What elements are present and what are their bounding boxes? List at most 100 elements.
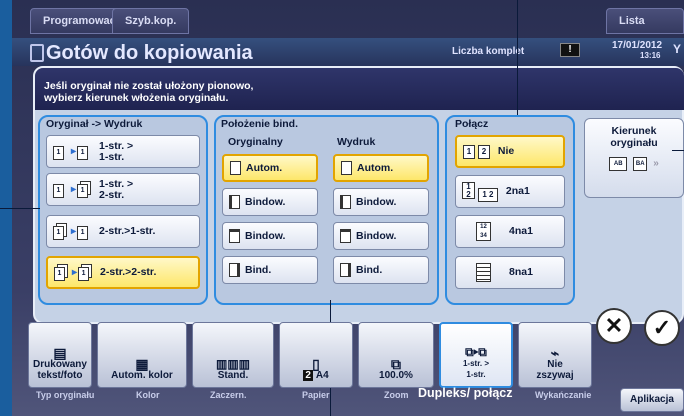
callout-line-right	[672, 150, 684, 151]
tab-lista-zadan[interactable]: Lista zadań	[606, 8, 684, 51]
option-label: 2na1	[505, 185, 530, 197]
liczba-komplet-label: Liczba komplet	[452, 46, 525, 57]
page-title: Gotów do kopiowania	[46, 42, 253, 64]
original-type-button[interactable]: ▤ Drukowany tekst/foto	[28, 322, 92, 388]
density-caption: Zaczern.	[210, 390, 247, 400]
density-button[interactable]: ▥▥▥ Stand.	[192, 322, 274, 388]
option-label: Bindow.	[245, 195, 286, 208]
oryginalny-bindow-left-button[interactable]: Bindow.	[222, 188, 318, 216]
color-value: Autom. kolor	[111, 370, 173, 381]
option-2str-1str[interactable]: 1 ▸ 1 2-str.>1-str.	[46, 215, 200, 248]
oryginalny-bindow-top-button[interactable]: Bindow.	[222, 222, 318, 250]
binding-right-icon	[340, 263, 351, 277]
duplex-icon: ⧉▸⧉	[465, 345, 487, 359]
option-1str-2str[interactable]: 1 ▸ 1 1-str. > 2-str.	[46, 173, 200, 206]
duplex-caption: Dupleks/ połącz	[418, 386, 513, 400]
duplex-1-2-icon: 1 ▸ 1	[53, 181, 94, 198]
cancel-button[interactable]: ✕	[596, 308, 632, 344]
oryginalny-bind-right-button[interactable]: Bind.	[222, 256, 318, 284]
duplex-value: 1-str. > 1-str.	[462, 359, 489, 379]
orientation-icons: AB BA »	[585, 157, 683, 171]
wydruk-bindow-left-button[interactable]: Bindow.	[333, 188, 429, 216]
option-2str-2str[interactable]: 1 ▸ 1 2-str.>2-str.	[46, 256, 200, 289]
polacz-2na1-button[interactable]: 12 1 2 2na1	[455, 175, 565, 208]
option-label: 1-str. > 1-str.	[99, 139, 134, 163]
binding-top-icon	[340, 229, 351, 243]
kierunek-label: Kierunek oryginału	[610, 125, 658, 149]
callout-line-top	[517, 0, 518, 115]
paper-button[interactable]: ▯ 2 A4	[279, 322, 353, 388]
color-button[interactable]: ▦ Autom. kolor	[97, 322, 187, 388]
warning-icon[interactable]: !	[560, 43, 580, 57]
polacz-8na1-button[interactable]: 8na1	[455, 256, 565, 289]
original-type-value: Drukowany tekst/foto	[33, 359, 87, 381]
close-icon: ✕	[604, 313, 624, 338]
polacz-nie-button[interactable]: 1 2 Nie	[455, 135, 565, 168]
option-label: Bindow.	[245, 229, 286, 242]
oryginal-wydruk-title: Oryginał -> Wydruk	[46, 118, 143, 130]
binding-left-icon	[229, 195, 240, 209]
paper-tray-icon: 2	[303, 370, 313, 381]
zoom-value: 100.0%	[379, 370, 413, 381]
option-label: Bindow.	[356, 229, 397, 242]
binding-left-icon	[340, 195, 351, 209]
time-text: 13:16	[640, 51, 661, 60]
option-label: Nie	[497, 145, 515, 157]
option-label: 1-str. > 2-str.	[99, 177, 134, 201]
oryginalny-title: Oryginalny	[228, 136, 283, 148]
binding-top-icon	[229, 229, 240, 243]
wydruk-title: Wydruk	[337, 136, 376, 148]
option-label: Autom.	[357, 161, 394, 174]
oryginalny-autom-button[interactable]: Autom.	[222, 154, 318, 182]
polacz-title: Połącz	[455, 118, 489, 130]
binding-auto-icon	[230, 161, 241, 175]
option-label: 2-str.>1-str.	[99, 225, 156, 237]
orientation-landscape-icon: AB	[609, 157, 628, 171]
wydruk-bindow-top-button[interactable]: Bindow.	[333, 222, 429, 250]
option-label: 8na1	[509, 266, 533, 278]
date-text: 17/01/2012	[612, 40, 663, 51]
polacz-4na1-button[interactable]: 12 34 4na1	[455, 215, 565, 248]
duplex-2-1-icon: 1 ▸ 1	[53, 223, 94, 240]
option-label: Bindow.	[356, 195, 397, 208]
wydruk-autom-button[interactable]: Autom.	[333, 154, 429, 182]
option-label: Bind.	[356, 263, 383, 276]
callout-line-left	[0, 208, 40, 209]
text-photo-icon: ▤	[53, 345, 67, 361]
binding-right-icon	[229, 263, 240, 277]
finishing-button[interactable]: ⌁ Nie zszywaj	[518, 322, 592, 388]
paper-caption: Papier	[302, 390, 330, 400]
layout-1up-icon: 1 2	[463, 144, 490, 159]
copy-status-icon	[30, 44, 44, 62]
paper-icon: ▯	[312, 356, 320, 372]
check-icon: ✓	[652, 315, 672, 340]
option-label: Autom.	[246, 161, 283, 174]
zoom-icon: ⧉	[391, 356, 401, 372]
tab-szyb-kop[interactable]: Szyb.kop.	[112, 8, 190, 34]
layout-8up-icon	[476, 263, 491, 282]
paper-value: 2 A4	[303, 370, 329, 381]
option-label: 2-str.>2-str.	[100, 266, 157, 278]
density-scale-icon: ▥▥▥	[215, 357, 250, 371]
duplex-1-1-icon: 1 ▸ 1	[53, 143, 94, 160]
option-1str-1str[interactable]: 1 ▸ 1 1-str. > 1-str.	[46, 135, 200, 168]
option-label: 4na1	[509, 225, 533, 237]
color-caption: Kolor	[136, 390, 160, 400]
zoom-caption: Zoom	[384, 390, 409, 400]
kierunek-oryginalu-button[interactable]: Kierunek oryginału AB BA »	[584, 118, 684, 198]
layout-4up-icon: 12 34	[476, 222, 491, 241]
orientation-portrait-icon: BA	[633, 157, 648, 171]
zoom-button[interactable]: ⧉ 100.0%	[358, 322, 434, 388]
color-icon: ▦	[135, 356, 149, 372]
more-arrow-icon: »	[653, 158, 659, 169]
polozenie-bind-title: Położenie bind.	[221, 118, 299, 130]
duplex-2-2-icon: 1 ▸ 1	[54, 264, 95, 281]
dialog-message: Jeśli oryginał nie został ułożony pionow…	[44, 80, 254, 104]
ok-button[interactable]: ✓	[644, 310, 680, 346]
side-letter: Y	[673, 42, 682, 56]
binding-auto-icon	[341, 161, 352, 175]
wydruk-bind-right-button[interactable]: Bind.	[333, 256, 429, 284]
finishing-value: Nie zszywaj	[536, 359, 574, 381]
aplikacja-button[interactable]: Aplikacja	[620, 388, 684, 412]
duplex-button[interactable]: ⧉▸⧉ 1-str. > 1-str.	[439, 322, 513, 388]
